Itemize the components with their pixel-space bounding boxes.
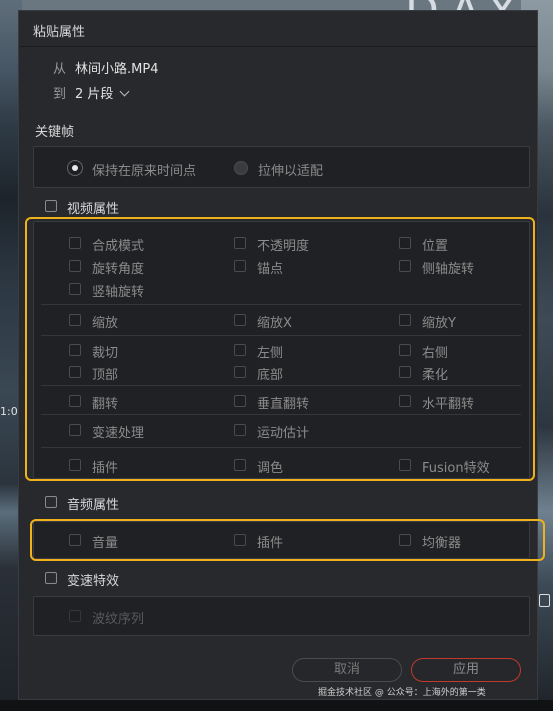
stretch-fit-label: 拉伸以适配 (258, 164, 324, 179)
audio-attributes-highlight (30, 519, 545, 561)
to-value: 2 片段 (75, 87, 114, 102)
audio-attributes-checkbox[interactable] (45, 496, 57, 508)
title-divider (19, 46, 537, 47)
label-ripple-sequence: 波纹序列 (92, 612, 145, 627)
video-attributes-highlight (25, 217, 535, 481)
to-dropdown[interactable]: 2 片段 (75, 83, 130, 102)
timeline-marker-icon (539, 594, 550, 607)
to-label: 到 (53, 87, 67, 102)
dialog-title: 粘贴属性 (33, 25, 86, 40)
retime-effects-checkbox[interactable] (45, 572, 57, 584)
from-value: 林间小路.MP4 (75, 62, 159, 77)
keyframes-title: 关键帧 (35, 125, 75, 140)
cancel-button[interactable]: 取消 (292, 658, 402, 682)
checkbox-ripple-sequence[interactable] (69, 610, 81, 622)
radio-keep-timing[interactable] (68, 161, 82, 175)
audio-attributes-title: 音频属性 (67, 498, 120, 513)
video-attributes-checkbox[interactable] (45, 200, 57, 212)
keep-timing-label: 保持在原来时间点 (92, 164, 197, 179)
apply-button[interactable]: 应用 (411, 658, 521, 682)
watermark-text: 掘金技术社区 @ 公众号：上海外的第一类 (318, 688, 486, 698)
background-bottom (0, 700, 553, 711)
video-attributes-title: 视频属性 (67, 202, 120, 217)
keyframes-panel: 保持在原来时间点 拉伸以适配 (33, 146, 530, 188)
from-label: 从 (53, 62, 67, 77)
radio-stretch-fit[interactable] (234, 161, 248, 175)
retime-effects-title: 变速特效 (67, 574, 120, 589)
chevron-down-icon (119, 86, 130, 97)
